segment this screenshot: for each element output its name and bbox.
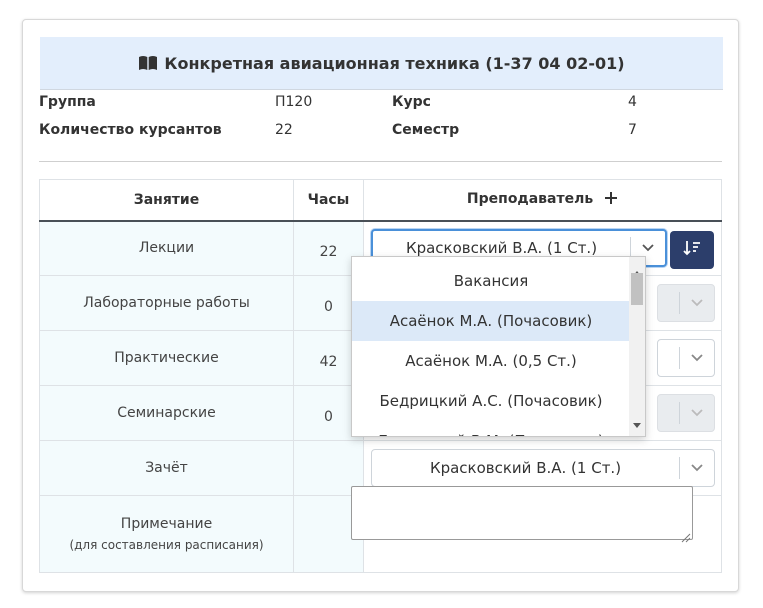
- note-textarea[interactable]: [351, 486, 693, 540]
- cadets-label: Количество курсантов: [39, 122, 222, 138]
- plus-icon[interactable]: [604, 191, 618, 209]
- resize-grip-icon[interactable]: [681, 528, 691, 547]
- scrollbar-thumb[interactable]: [631, 273, 643, 305]
- cadets-value: 22: [275, 122, 293, 138]
- group-label: Группа: [39, 94, 96, 110]
- sort-icon: [683, 240, 701, 260]
- dropdown-option[interactable]: Бедрицкий А.С. (Почасовик): [352, 381, 630, 421]
- discipline-title-bar: Конкретная авиационная техника (1-37 04 …: [40, 37, 723, 90]
- dropdown-option[interactable]: Асаёнок М.А. (0,5 Ст.): [352, 341, 630, 381]
- dropdown-option[interactable]: Вакансия: [352, 261, 630, 301]
- scroll-down-icon[interactable]: [633, 413, 641, 432]
- book-icon: [138, 55, 158, 71]
- teacher-dropdown-list: Вакансия Асаёнок М.А. (Почасовик) Асаёно…: [351, 256, 646, 437]
- sort-button[interactable]: [670, 231, 714, 269]
- course-value: 4: [628, 94, 637, 110]
- dropdown-option[interactable]: Бедрицкий В.М. (Почасовик): [352, 421, 630, 436]
- dropdown-scrollbar[interactable]: [629, 257, 645, 436]
- semester-value: 7: [628, 122, 637, 138]
- discipline-title: Конкретная авиационная техника (1-37 04 …: [164, 53, 625, 73]
- dropdown-option-highlighted[interactable]: Асаёнок М.А. (Почасовик): [352, 301, 630, 341]
- course-label: Курс: [392, 94, 431, 110]
- group-value: П120: [275, 94, 313, 110]
- semester-label: Семестр: [392, 122, 460, 138]
